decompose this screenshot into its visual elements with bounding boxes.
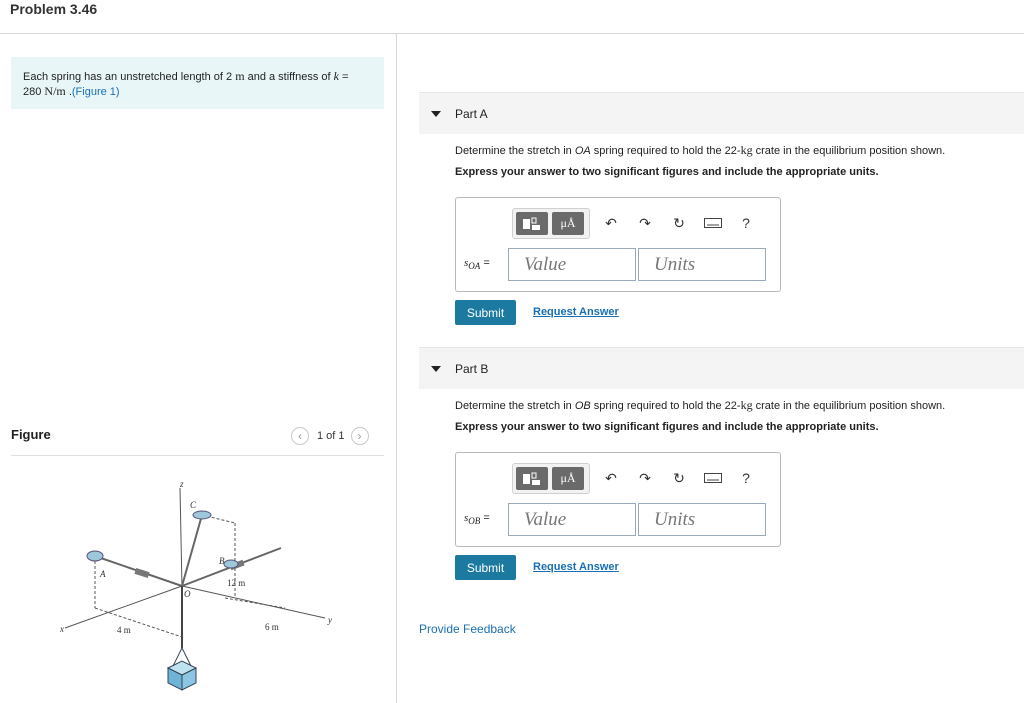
value-input[interactable]: Value bbox=[508, 248, 636, 281]
k-value: 280 bbox=[23, 86, 42, 98]
value-input[interactable]: Value bbox=[508, 503, 636, 536]
question-text: spring required to hold the 22- bbox=[590, 145, 741, 157]
y-axis bbox=[181, 585, 326, 619]
label-4m: 4 m bbox=[117, 625, 131, 635]
part-a-instructions: Express your answer to two significant f… bbox=[455, 166, 879, 178]
variable-label: sOA = bbox=[464, 257, 508, 271]
label-b: B bbox=[219, 556, 225, 566]
spring-figure: z C B A O x y 12 m 4 m 6 m bbox=[59, 479, 332, 691]
part-b-header[interactable]: Part B bbox=[419, 347, 1024, 389]
variable-label: sOB = bbox=[464, 512, 508, 526]
problem-title: Problem 3.46 bbox=[10, 1, 98, 17]
reset-icon[interactable]: ↻ bbox=[669, 213, 689, 233]
question-text: crate in the equilibrium position shown. bbox=[752, 400, 946, 412]
units-input[interactable]: Units bbox=[638, 248, 766, 281]
request-answer-link[interactable]: Request Answer bbox=[533, 561, 619, 573]
submit-button[interactable]: Submit bbox=[455, 555, 516, 580]
label-x: x bbox=[59, 624, 64, 634]
templates-icon[interactable] bbox=[516, 212, 548, 235]
label-y: y bbox=[327, 615, 332, 625]
spring-name: OB bbox=[574, 400, 591, 412]
part-a-answer-box: μÅ ↶ ↷ ↻ ? sOA = Value Units bbox=[455, 197, 781, 292]
column-divider bbox=[396, 33, 397, 703]
support-c bbox=[192, 510, 212, 520]
undo-icon[interactable]: ↶ bbox=[601, 213, 621, 233]
label-12m: 12 m bbox=[227, 578, 245, 588]
part-a-question: Determine the stretch in OA spring requi… bbox=[455, 143, 945, 158]
question-text: Determine the stretch in bbox=[455, 145, 575, 157]
problem-text: Each spring has an unstretched length of… bbox=[23, 71, 236, 83]
part-b-instructions: Express your answer to two significant f… bbox=[455, 421, 879, 433]
math-toolbar: μÅ ↶ ↷ ↻ ? bbox=[512, 463, 776, 494]
answer-row: sOA = Value Units bbox=[464, 248, 768, 281]
part-a-title: Part A bbox=[455, 106, 488, 121]
collapse-triangle-icon[interactable] bbox=[431, 365, 441, 372]
support-b bbox=[223, 559, 239, 569]
question-text: Determine the stretch in bbox=[455, 400, 575, 412]
figure-heading: Figure bbox=[11, 427, 51, 442]
math-toolbar: μÅ ↶ ↷ ↻ ? bbox=[512, 208, 776, 239]
chevron-left-icon[interactable]: ‹ bbox=[291, 427, 309, 445]
part-b-answer-box: μÅ ↶ ↷ ↻ ? sOB = Value Units bbox=[455, 452, 781, 547]
var-equals: = bbox=[480, 512, 490, 525]
redo-icon[interactable]: ↷ bbox=[635, 213, 655, 233]
label-6m: 6 m bbox=[265, 622, 279, 632]
mass-unit: kg bbox=[740, 143, 753, 157]
keyboard-icon[interactable] bbox=[703, 468, 723, 488]
help-icon[interactable]: ? bbox=[736, 213, 756, 233]
help-icon[interactable]: ? bbox=[736, 468, 756, 488]
header-divider bbox=[0, 33, 1024, 34]
toolbar-group: μÅ bbox=[512, 463, 590, 494]
z-axis bbox=[179, 487, 183, 589]
undo-icon[interactable]: ↶ bbox=[601, 468, 621, 488]
equals-sign: = bbox=[338, 71, 349, 83]
var-sub: OA bbox=[468, 261, 481, 272]
figure-link[interactable]: (Figure 1) bbox=[72, 86, 120, 98]
units-icon[interactable]: μÅ bbox=[552, 212, 584, 235]
pager-count: 1 of 1 bbox=[317, 430, 345, 442]
var-equals: = bbox=[480, 257, 490, 270]
label-o: O bbox=[184, 589, 191, 599]
part-a-header[interactable]: Part A bbox=[419, 92, 1024, 134]
question-text: spring required to hold the 22- bbox=[590, 400, 741, 412]
keyboard-icon[interactable] bbox=[703, 213, 723, 233]
mass-unit: kg bbox=[740, 398, 753, 412]
support-a bbox=[86, 550, 104, 562]
problem-text-2: and a stiffness of bbox=[244, 71, 334, 83]
cable-oc bbox=[181, 514, 203, 587]
templates-icon[interactable] bbox=[516, 467, 548, 490]
problem-statement: Each spring has an unstretched length of… bbox=[11, 57, 384, 109]
label-a: A bbox=[99, 569, 106, 579]
part-b-title: Part B bbox=[455, 361, 489, 376]
units-input[interactable]: Units bbox=[638, 503, 766, 536]
units-icon[interactable]: μÅ bbox=[552, 467, 584, 490]
length-unit: m bbox=[235, 69, 245, 83]
var-sub: OB bbox=[468, 516, 481, 527]
collapse-triangle-icon[interactable] bbox=[431, 110, 441, 117]
crate bbox=[166, 647, 198, 691]
label-z: z bbox=[179, 479, 184, 489]
spring-coil-a bbox=[134, 567, 150, 579]
toolbar-group: μÅ bbox=[512, 208, 590, 239]
figure-divider bbox=[11, 455, 384, 456]
answer-row: sOB = Value Units bbox=[464, 503, 768, 536]
spring-name: OA bbox=[574, 145, 591, 157]
submit-button[interactable]: Submit bbox=[455, 300, 516, 325]
provide-feedback-link[interactable]: Provide Feedback bbox=[419, 622, 516, 636]
x-axis bbox=[64, 585, 183, 629]
request-answer-link[interactable]: Request Answer bbox=[533, 306, 619, 318]
chevron-right-icon[interactable]: › bbox=[350, 427, 369, 445]
label-c: C bbox=[190, 500, 197, 510]
figure-pager: ‹ 1 of 1 › bbox=[291, 427, 369, 445]
redo-icon[interactable]: ↷ bbox=[635, 468, 655, 488]
k-unit: N/m bbox=[44, 84, 66, 98]
reset-icon[interactable]: ↻ bbox=[669, 468, 689, 488]
part-b-question: Determine the stretch in OB spring requi… bbox=[455, 398, 945, 413]
question-text: crate in the equilibrium position shown. bbox=[752, 145, 946, 157]
